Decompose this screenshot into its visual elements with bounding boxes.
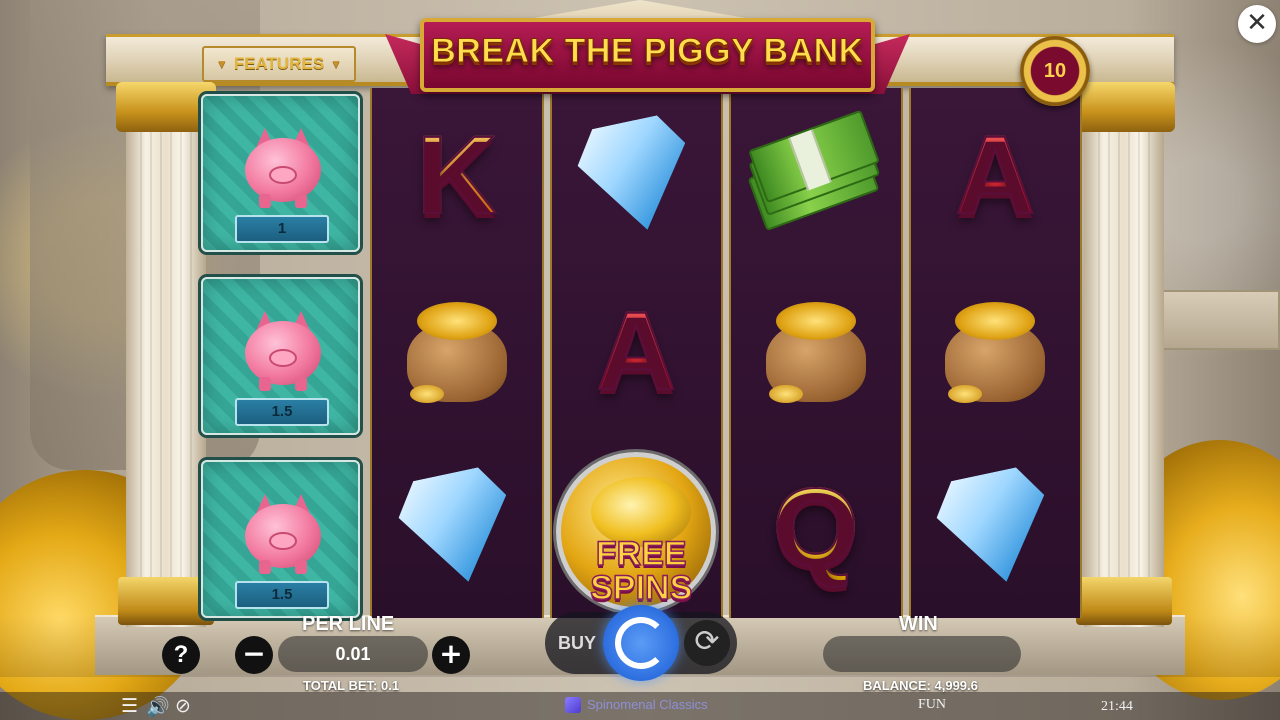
gold-sack-icon [402,297,512,407]
buy-feature-button[interactable]: BUY [553,620,601,666]
win-value [823,636,1021,672]
sound-icon[interactable]: 🔊 [146,695,170,718]
piggy-feature-cell-2: 1.5 [201,277,360,435]
letter-a: A [955,114,1036,237]
spin-button[interactable] [603,605,679,681]
spinomenal-logo-icon [565,697,581,713]
symbol-a: A [552,264,722,440]
piggy-multiplier: 1 [235,215,329,243]
triangle-down-icon: ▼ [215,57,228,71]
symbol-k: K [372,88,542,264]
letter-a: A [596,290,677,413]
free-spins-text: FREE SPINS [589,535,693,607]
piggy-feature-cell-3: 1.5 [201,460,360,618]
letter-k: K [416,114,497,237]
win-label: WIN [899,613,938,635]
symbol-gold-sack [911,264,1081,440]
reel-1: K [370,88,544,618]
help-button[interactable]: ? [162,636,200,674]
gold-sack-icon [940,297,1050,407]
menu-icon[interactable]: ☰ [121,695,138,717]
piggy-multiplier: 1.5 [235,398,329,426]
symbol-gold-sack [372,264,542,440]
autoplay-icon: ⟳ [694,624,720,659]
symbol-diamond [911,440,1081,616]
total-bet-label: TOTAL BET: 0.1 [303,678,400,693]
features-button[interactable]: ▼ FEATURES ▼ [202,46,356,82]
per-line-value: 0.01 [278,636,428,672]
reel-grid: K A FREE SPINS Q A [370,88,1082,618]
piggy-bank-icon [245,126,321,208]
piggy-bank-icon [245,492,321,574]
column-left [126,82,206,627]
bet-increase-button[interactable]: + [432,636,470,674]
symbol-money-stack [731,88,901,264]
per-line-label: PER LINE [302,613,395,635]
piggy-bank-icon [245,309,321,391]
piggy-multiplier: 1.5 [235,581,329,609]
paylines-badge: 10 [1020,36,1090,106]
letter-q: Q [772,466,860,589]
reel-2: A FREE SPINS [549,88,723,620]
symbol-gold-sack [731,264,901,440]
free-spins-scatter-icon: FREE SPINS [556,452,717,612]
game-title-banner: BREAK THE PIGGY BANK [385,14,910,104]
column-right [1084,82,1164,627]
column-right-capital [1075,82,1175,132]
mode-label: FUN [918,697,947,712]
gold-sack-icon [761,297,871,407]
triangle-down-icon: ▼ [330,57,343,71]
vault-shelf [1150,290,1280,350]
balance-label: BALANCE: 4,999.6 [863,678,978,693]
brand-label: Spinomenal Classics [587,697,708,712]
features-label: FEATURES [233,54,325,73]
piggy-feature-cell-1: 1 [201,94,360,252]
symbol-q: Q [731,440,901,616]
game-title: BREAK THE PIGGY BANK [431,32,864,71]
clock: 21:44 [1101,699,1133,714]
diamond-icon [392,463,522,593]
diamond-icon [930,463,1060,593]
reel-4: A [908,88,1082,618]
money-stack-icon [738,109,893,243]
autoplay-button[interactable]: ⟳ [684,620,730,666]
reel-3: Q [729,88,903,618]
paylines-count: 10 [1043,59,1067,82]
symbol-diamond [552,88,722,264]
symbol-diamond [372,440,542,616]
symbol-free-spins: FREE SPINS [552,444,722,620]
symbol-a: A [911,88,1081,264]
close-icon: ✕ [1246,8,1268,38]
spin-icon [615,617,667,669]
close-button[interactable]: ✕ [1238,5,1276,43]
diamond-icon [571,111,701,241]
bet-decrease-button[interactable]: − [235,636,273,674]
turbo-icon[interactable]: ⊘ [175,695,191,717]
